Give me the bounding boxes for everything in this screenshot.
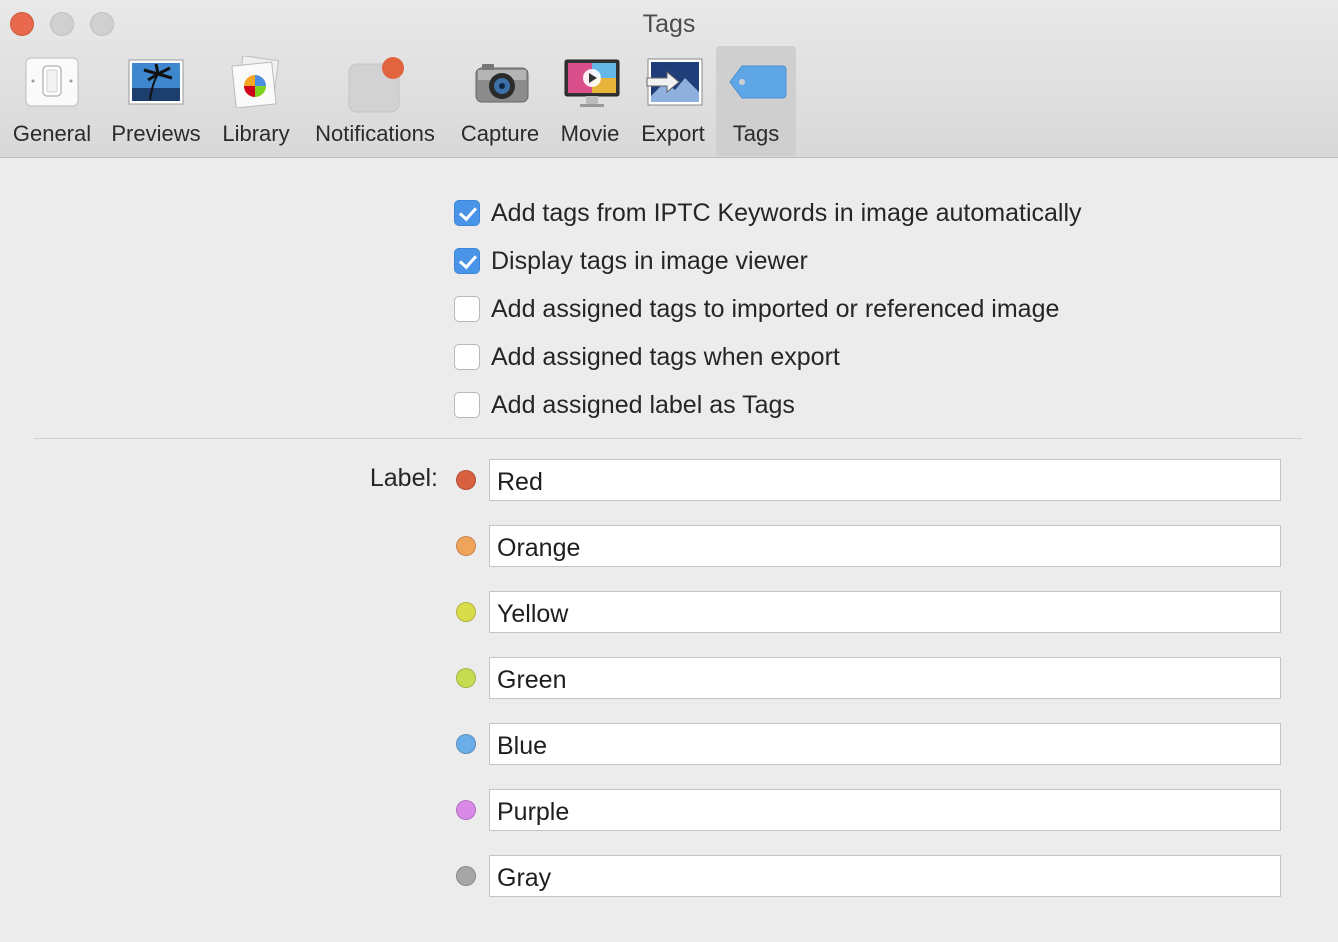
checkbox[interactable] [454, 248, 480, 274]
option-label: Add assigned label as Tags [491, 390, 795, 419]
option-display-tags[interactable]: Display tags in image viewer [454, 246, 808, 276]
tab-tags-label: Tags [732, 121, 780, 146]
tab-movie-label: Movie [560, 121, 620, 146]
tab-export-label: Export [641, 121, 705, 146]
tab-previews-label: Previews [111, 121, 201, 146]
export-icon [645, 56, 703, 108]
tab-notifications[interactable]: Notifications [305, 46, 445, 156]
tab-export[interactable]: Export [634, 46, 712, 156]
option-iptc-keywords[interactable]: Add tags from IPTC Keywords in image aut… [454, 198, 1082, 228]
tab-previews[interactable]: Previews [106, 46, 206, 156]
tab-library[interactable]: Library [214, 46, 298, 156]
tab-tags[interactable]: Tags [716, 46, 796, 156]
tab-general[interactable]: General [6, 46, 98, 156]
tab-capture[interactable]: Capture [454, 46, 546, 156]
camera-icon [472, 56, 529, 108]
photo-library-icon [228, 55, 284, 109]
tab-movie[interactable]: Movie [555, 46, 625, 156]
color-dot-icon [456, 734, 476, 754]
window-title: Tags [642, 10, 696, 38]
tab-notifications-label: Notifications [315, 121, 435, 146]
checkbox[interactable] [454, 344, 480, 370]
tab-library-label: Library [222, 121, 290, 146]
tab-general-label: General [12, 121, 92, 146]
preferences-toolbar: General Previews Library Notifications C… [0, 46, 1338, 156]
checkbox[interactable] [454, 200, 480, 226]
label-name-field[interactable]: Orange [489, 525, 1281, 567]
title-bar: Tags General Previews Library Notificati… [0, 0, 1338, 158]
color-dot-icon [456, 470, 476, 490]
color-dot-icon [456, 800, 476, 820]
color-dot-icon [456, 668, 476, 688]
label-name-field[interactable]: Blue [489, 723, 1281, 765]
option-label: Add tags from IPTC Keywords in image aut… [491, 198, 1082, 227]
color-dot-icon [456, 602, 476, 622]
option-add-to-imported[interactable]: Add assigned tags to imported or referen… [454, 294, 1059, 324]
checkbox[interactable] [454, 392, 480, 418]
label-section-title: Label: [369, 464, 438, 492]
movie-monitor-icon [562, 56, 620, 108]
palm-photo-icon [128, 56, 184, 108]
label-name-field[interactable]: Yellow [489, 591, 1281, 633]
option-add-when-export[interactable]: Add assigned tags when export [454, 342, 840, 372]
option-label: Add assigned tags when export [491, 342, 840, 371]
option-label: Add assigned tags to imported or referen… [491, 294, 1060, 323]
checkbox[interactable] [454, 296, 480, 322]
option-label: Display tags in image viewer [491, 246, 808, 275]
color-dot-icon [456, 866, 476, 886]
tag-icon [728, 56, 787, 108]
label-name-field[interactable]: Purple [489, 789, 1281, 831]
tab-capture-label: Capture [460, 121, 540, 146]
color-dot-icon [456, 536, 476, 556]
label-name-field[interactable]: Red [489, 459, 1281, 501]
option-label-as-tags[interactable]: Add assigned label as Tags [454, 390, 795, 420]
section-divider [34, 438, 1302, 439]
notification-badge-icon [347, 56, 404, 113]
label-name-field[interactable]: Gray [489, 855, 1281, 897]
switch-icon [24, 56, 80, 108]
label-name-field[interactable]: Green [489, 657, 1281, 699]
tags-preferences-pane: Add tags from IPTC Keywords in image aut… [0, 158, 1338, 942]
